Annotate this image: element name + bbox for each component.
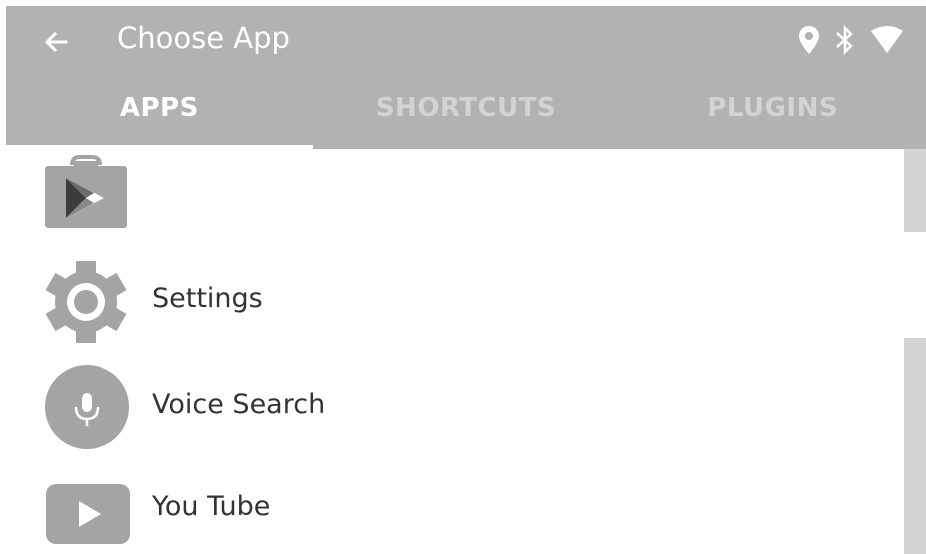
tab-shortcuts-label: SHORTCUTS bbox=[375, 93, 557, 123]
tab-apps[interactable]: APPS bbox=[6, 82, 313, 149]
app-list: Settings Voice Search You Tube bbox=[0, 149, 900, 554]
app-label: You Tube bbox=[152, 491, 271, 522]
gear-icon bbox=[45, 261, 127, 343]
app-label: Voice Search bbox=[152, 389, 326, 420]
wifi-icon bbox=[871, 26, 903, 53]
tab-plugins-label: PLUGINS bbox=[707, 93, 839, 123]
tab-plugins[interactable]: PLUGINS bbox=[619, 82, 926, 149]
tab-shortcuts[interactable]: SHORTCUTS bbox=[313, 82, 620, 149]
list-item-play-store[interactable] bbox=[0, 149, 900, 239]
scrollbar-thumb[interactable] bbox=[904, 338, 926, 554]
tab-bar: APPS SHORTCUTS PLUGINS bbox=[6, 82, 926, 149]
microphone-icon bbox=[45, 365, 129, 449]
play-store-icon bbox=[45, 155, 127, 228]
tab-apps-label: APPS bbox=[119, 93, 199, 123]
arrow-left-icon[interactable] bbox=[40, 26, 72, 58]
bluetooth-icon bbox=[836, 24, 853, 56]
list-item-voice-search[interactable]: Voice Search bbox=[0, 359, 900, 459]
app-label: Settings bbox=[152, 283, 263, 314]
location-pin-icon bbox=[799, 26, 819, 54]
scrollbar-track-top[interactable] bbox=[904, 149, 926, 232]
list-item-settings[interactable]: Settings bbox=[0, 253, 900, 353]
app-bar: Choose App APPS SHORTCUTS PLUGINS bbox=[6, 6, 926, 149]
list-item-youtube[interactable]: You Tube bbox=[0, 467, 900, 554]
status-bar-icons bbox=[798, 22, 904, 58]
youtube-play-icon bbox=[46, 484, 130, 544]
page-title: Choose App bbox=[117, 21, 290, 55]
